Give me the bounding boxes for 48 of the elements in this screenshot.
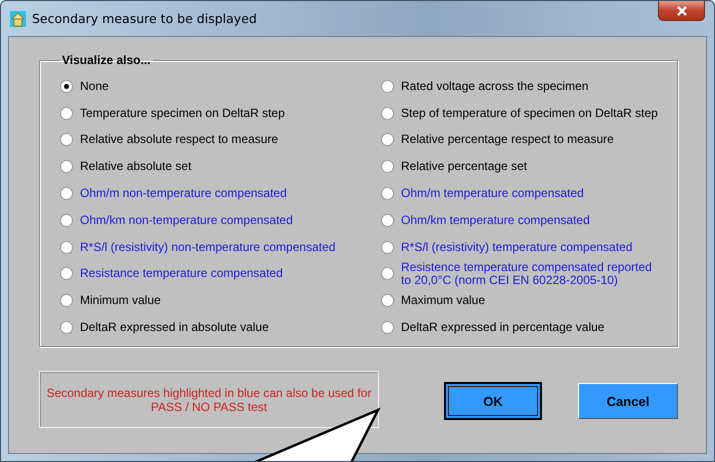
radio-button[interactable] [381, 321, 394, 334]
radio-button[interactable] [60, 187, 73, 200]
radio-button[interactable] [381, 106, 394, 120]
radio-option[interactable]: Relative percentage respect to measure [381, 126, 665, 154]
radio-option[interactable]: Rated voltage across the specimen [381, 73, 665, 100]
radio-button[interactable] [381, 214, 394, 227]
radio-option[interactable]: Maximum value [381, 287, 665, 314]
house-icon [10, 10, 26, 26]
radio-option[interactable]: Resistence temperature compensated reported to 20,0°C (norm CEI EN 60228-2005-10) [381, 260, 665, 288]
radio-option[interactable]: Relative absolute respect to measure [60, 126, 381, 154]
radio-option[interactable]: Relative percentage set [381, 153, 665, 180]
radio-button[interactable] [381, 160, 394, 174]
radio-option[interactable]: DeltaR expressed in percentage value [381, 314, 665, 341]
radio-button[interactable] [381, 240, 394, 254]
radio-option[interactable]: Step of temperature of specimen on DeltaR step [381, 100, 665, 127]
info-note: Secondary measures highlighted in blue can also be used for PASS / NO PASS test [39, 371, 379, 428]
radio-button[interactable] [60, 214, 73, 227]
radio-button[interactable] [381, 133, 394, 146]
radio-option[interactable]: R*S/l (resistivity) temperature compensated [381, 234, 665, 261]
radio-option[interactable]: Ohm/km temperature compensated [381, 206, 665, 234]
radio-button[interactable] [60, 160, 73, 174]
radio-option[interactable]: Ohm/km non-temperature compensated [60, 206, 381, 234]
radio-option[interactable]: Relative absolute set [60, 153, 381, 180]
radio-option[interactable]: Temperature specimen on DeltaR step [60, 100, 381, 127]
radio-button[interactable] [60, 240, 73, 254]
radio-option[interactable]: Resistance temperature compensated [60, 260, 381, 288]
window-title: Secondary measure to be displayed [32, 11, 257, 26]
radio-button[interactable] [60, 321, 73, 334]
radio-button[interactable] [60, 106, 73, 120]
close-button[interactable] [658, 1, 705, 21]
radio-option[interactable]: R*S/l (resistivity) non-temperature compensated [60, 234, 381, 261]
radio-button[interactable] [60, 294, 73, 308]
radio-button[interactable] [381, 80, 394, 93]
radio-button[interactable] [60, 80, 73, 93]
radio-option[interactable]: DeltaR expressed in absolute value [60, 314, 381, 341]
group-title: Visualize also... [61, 53, 152, 67]
radio-button[interactable] [381, 294, 394, 308]
radio-option[interactable]: Ohm/m temperature compensated [381, 180, 665, 207]
radio-button[interactable] [381, 267, 394, 280]
close-icon [676, 6, 688, 16]
radio-button[interactable] [60, 133, 73, 146]
dialog-button[interactable]: OK [445, 383, 541, 419]
radio-option[interactable]: None [60, 73, 381, 100]
radio-button[interactable] [60, 267, 73, 280]
radio-button[interactable] [381, 187, 394, 200]
dialog-button[interactable]: Cancel [578, 383, 678, 419]
radio-option[interactable]: Minimum value [60, 287, 381, 314]
radio-option[interactable]: Ohm/m non-temperature compensated [60, 180, 381, 207]
